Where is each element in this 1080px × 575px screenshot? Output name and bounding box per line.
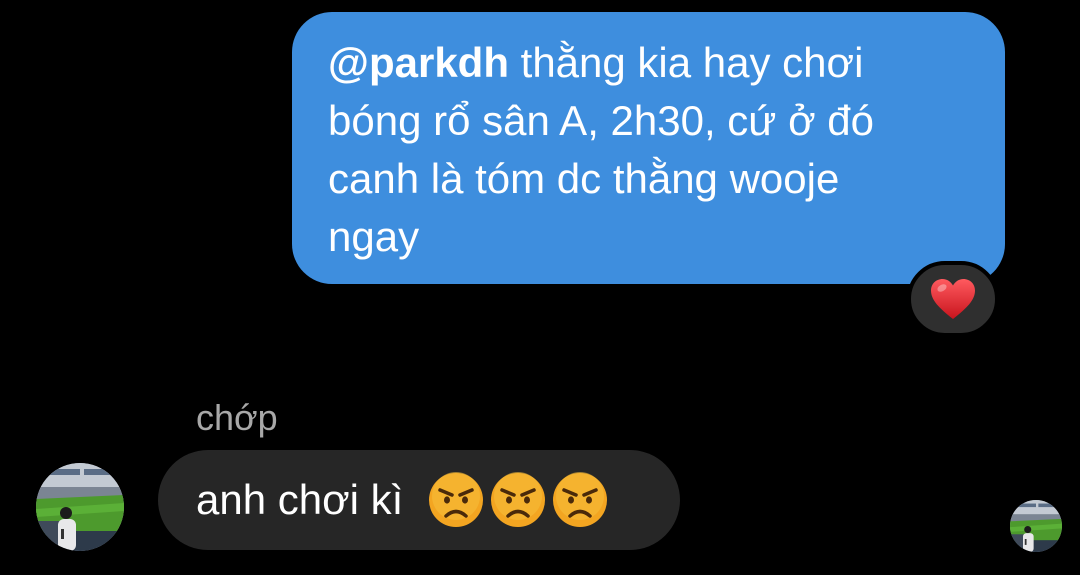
outgoing-message-bubble[interactable]: @parkdh thằng kia hay chơi bóng rổ sân A… (292, 12, 1005, 284)
angry-face-icon (490, 472, 545, 527)
angry-face-icon (552, 472, 607, 527)
incoming-message-bubble[interactable]: anh chơi kì (158, 450, 680, 550)
sender-name: chớp (196, 397, 278, 438)
outgoing-message-line-2: bóng rổ sân A, 2h30, cứ ở đó (328, 97, 875, 144)
stadium-photo-icon (1010, 500, 1062, 552)
angry-face-icon (428, 472, 483, 527)
stadium-photo-icon (36, 463, 124, 551)
outgoing-message-line-4: ngay (328, 213, 420, 260)
outgoing-message-line-3: canh là tóm dc thằng wooje (328, 155, 840, 202)
incoming-message-text: anh chơi kì (196, 476, 415, 523)
read-receipt-avatar (1010, 500, 1062, 552)
heart-icon (931, 279, 975, 319)
outgoing-message-line-1-text: thằng kia hay chơi (508, 39, 864, 86)
emoji-group (427, 471, 613, 529)
sender-avatar[interactable] (36, 463, 124, 551)
mention-link[interactable]: @parkdh (328, 39, 509, 86)
outgoing-message-line-1: @parkdh thằng kia hay chơi (328, 34, 975, 92)
message-reaction[interactable] (907, 261, 999, 337)
